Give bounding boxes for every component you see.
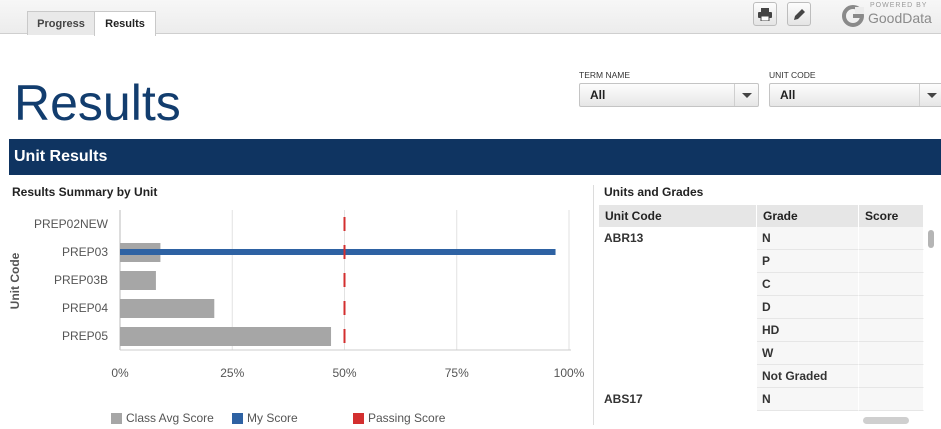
cell-unit-code <box>599 296 757 319</box>
legend-swatch <box>353 412 364 424</box>
cell-score <box>859 296 924 319</box>
top-bar: Progress Results POWERED BY GoodData <box>0 0 941 36</box>
legend-label: My Score <box>247 411 298 425</box>
x-tick-label: 75% <box>445 366 469 380</box>
y-tick-label: PREP04 <box>62 301 108 315</box>
section-title: Unit Results <box>14 148 108 165</box>
cell-unit-code <box>599 273 757 296</box>
table-row: Not Graded <box>599 365 924 388</box>
column-header-grade[interactable]: Grade <box>757 205 859 227</box>
bar-my-score <box>120 249 556 255</box>
legend-swatch <box>111 412 122 424</box>
cell-score <box>859 227 924 250</box>
cell-grade: P <box>757 250 859 273</box>
legend-label: Class Avg Score <box>126 411 214 425</box>
column-header-unit-code[interactable]: Unit Code <box>599 205 757 227</box>
chart-title: Results Summary by Unit <box>12 185 158 199</box>
y-tick-label: PREP03B <box>54 273 108 287</box>
cell-grade: N <box>757 227 859 250</box>
table-row: ABS17 N <box>599 388 924 411</box>
results-bar-chart: 0% 25% 50% 75% 100% PREP02NEW PREP03 PREP03B PRE… <box>34 210 585 380</box>
cell-score <box>859 250 924 273</box>
x-tick-label: 0% <box>111 366 129 380</box>
unit-code-value: All <box>780 88 796 102</box>
panel-divider <box>593 185 594 425</box>
y-tick-label: PREP05 <box>62 329 108 343</box>
brand-tagline: POWERED BY <box>870 2 928 9</box>
tab-progress[interactable]: Progress <box>27 11 95 35</box>
column-header-score[interactable]: Score <box>859 205 924 227</box>
print-button[interactable] <box>753 2 777 26</box>
cell-grade: N <box>757 388 859 411</box>
table-row: HD <box>599 319 924 342</box>
bar-class-avg <box>120 271 156 290</box>
cell-unit-code: ABR13 <box>604 231 644 245</box>
vertical-scrollbar[interactable] <box>928 230 934 248</box>
y-tick-label: PREP02NEW <box>34 217 109 231</box>
unit-code-label: UNIT CODE <box>769 70 816 80</box>
table-row: W <box>599 342 924 365</box>
cell-score <box>859 342 924 365</box>
cell-unit-code: ABS17 <box>604 392 643 406</box>
printer-icon <box>758 7 772 21</box>
chevron-down-icon[interactable] <box>919 84 941 106</box>
table-row: P <box>599 250 924 273</box>
cell-unit-code <box>599 342 757 365</box>
cell-unit-code <box>599 319 757 342</box>
table-row: D <box>599 296 924 319</box>
legend-passing-score: Passing Score <box>353 411 445 425</box>
cell-unit-code <box>599 365 757 388</box>
legend-label: Passing Score <box>368 411 446 425</box>
bar-class-avg <box>120 327 332 346</box>
cell-unit-code <box>599 250 757 273</box>
y-tick-label: PREP03 <box>62 245 108 259</box>
section-header: Unit Results <box>9 139 941 175</box>
x-tick-label: 25% <box>220 366 244 380</box>
cell-score <box>859 273 924 296</box>
tab-results[interactable]: Results <box>94 11 156 36</box>
cell-grade: C <box>757 273 859 296</box>
legend-swatch <box>232 412 243 424</box>
cell-grade: D <box>757 296 859 319</box>
cell-grade: HD <box>757 319 859 342</box>
legend-class-avg: Class Avg Score <box>111 411 214 425</box>
horizontal-scrollbar[interactable] <box>863 417 909 424</box>
brand-name: GoodData <box>868 10 932 26</box>
gooddata-logo-icon <box>842 5 864 27</box>
chevron-down-icon[interactable] <box>734 84 758 106</box>
term-name-label: TERM NAME <box>579 70 630 80</box>
table-row: ABR13 N <box>599 227 924 250</box>
table-header: Unit Code Grade Score <box>599 205 924 227</box>
cell-grade: Not Graded <box>757 365 859 388</box>
table-row: C <box>599 273 924 296</box>
units-grades-table: Unit Code Grade Score ABR13 N P C D HD W Not Gr… <box>599 205 924 411</box>
cell-score <box>859 365 924 388</box>
brand-logo: POWERED BY GoodData <box>842 2 932 30</box>
x-tick-label: 100% <box>554 366 585 380</box>
term-name-value: All <box>590 88 606 102</box>
x-tick-label: 50% <box>332 366 356 380</box>
unit-code-select[interactable]: All <box>769 83 941 107</box>
table-body: ABR13 N P C D HD W Not Graded ABS17 N <box>599 227 924 411</box>
cell-grade: W <box>757 342 859 365</box>
table-title: Units and Grades <box>604 185 704 199</box>
pencil-icon <box>793 8 805 20</box>
edit-button[interactable] <box>787 2 811 26</box>
legend-my-score: My Score <box>232 411 298 425</box>
cell-score <box>859 388 924 411</box>
cell-score <box>859 319 924 342</box>
term-name-select[interactable]: All <box>579 83 759 107</box>
bar-class-avg <box>120 299 215 318</box>
page-title: Results <box>14 75 181 131</box>
